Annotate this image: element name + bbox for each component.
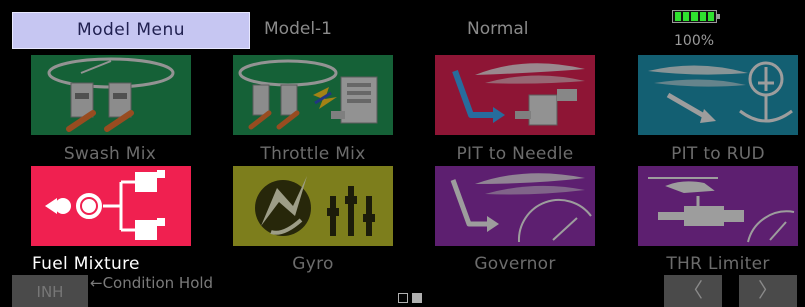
thr-limiter-icon [648,177,795,243]
header-bar: Model Menu Model-1 Normal 100% [0,0,805,54]
thr-limiter-tile[interactable] [638,166,798,246]
throttle-mix-tile[interactable] [233,55,393,135]
model-menu-button[interactable]: Model Menu [12,12,250,49]
gyro-tile[interactable] [233,166,393,246]
battery-icon [672,7,722,25]
swash-mix-label: Swash Mix [63,144,157,164]
pit-to-rud-tile[interactable] [638,55,798,135]
pit-to-needle-label: PIT to Needle [456,144,574,164]
governor-label: Governor [474,254,556,274]
condition-name[interactable]: Normal [467,19,529,39]
throttle-mix-icon [238,59,378,130]
gyro-label: Gyro [292,254,334,274]
condition-hold-inh-button[interactable]: INH [12,275,88,307]
pit-to-rud-label: PIT to RUD [671,144,765,164]
throttle-mix-label: Throttle Mix [260,144,366,164]
swash-mix-tile[interactable] [31,55,191,135]
gyro-icon [255,176,375,236]
pit-to-rud-icon [648,61,793,123]
governor-icon [450,173,592,243]
pit-to-needle-icon [452,63,585,126]
model-menu-screen: Model Menu Model-1 Normal 100% Swash Mix [0,0,805,307]
condition-hold-label: ←Condition Hold [90,274,214,292]
page-dot-2 [412,293,422,303]
next-page-button[interactable]: 〉 [739,275,797,307]
model-name[interactable]: Model-1 [264,19,332,39]
pit-to-needle-tile[interactable] [435,55,595,135]
battery-level [672,10,717,23]
thr-limiter-label: THR Limiter [666,254,770,274]
battery-percent: 100% [674,33,715,49]
fuel-mixture-label: Fuel Mixture [30,254,192,274]
prev-page-button[interactable]: 〈 [664,275,722,307]
swash-mix-icon [47,57,175,132]
governor-tile[interactable] [435,166,595,246]
page-indicator [398,293,422,303]
fuel-mixture-icon [45,170,165,240]
page-dot-1 [398,293,408,303]
fuel-mixture-tile[interactable] [31,166,191,246]
